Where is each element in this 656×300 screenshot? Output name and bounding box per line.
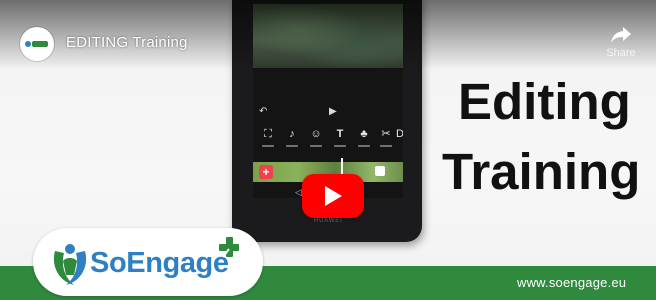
video-title[interactable]: EDITING Training — [66, 34, 188, 51]
text-icon: T — [336, 128, 344, 140]
soengage-channel-logo-icon — [25, 41, 48, 47]
tool-label — [310, 145, 322, 147]
share-icon — [611, 27, 631, 43]
filter-icon: ♣ — [360, 128, 368, 140]
soengage-plus-icon — [219, 237, 239, 258]
website-url: www.soengage.eu — [517, 275, 627, 290]
share-button[interactable]: Share — [600, 25, 642, 69]
tool-label — [380, 145, 392, 147]
preview-play-icon: ▶ — [329, 106, 337, 117]
play-button[interactable] — [302, 174, 364, 218]
back-key-icon: ◁ — [295, 187, 302, 197]
sticker-icon: ☺ — [310, 128, 322, 140]
tool-label — [262, 145, 274, 147]
tool-label — [334, 145, 346, 147]
channel-avatar[interactable] — [20, 27, 54, 61]
music-icon: ♪ — [289, 128, 295, 140]
more-icon: D — [396, 128, 403, 140]
tool-label — [286, 145, 298, 147]
share-label: Share — [606, 47, 636, 59]
video-embed-player[interactable]: EDITING Training Share ↶ ▶ ⛶ ♪ ☺ T ♣ ✂ D… — [0, 0, 656, 300]
youtube-play-icon — [325, 186, 342, 206]
canvas-icon: ⛶ — [264, 128, 272, 140]
tool-label — [358, 145, 370, 147]
headline-line-2: Training — [442, 143, 641, 200]
add-clip-icon: + — [259, 165, 273, 179]
headline-line-1: Editing — [458, 73, 631, 130]
phone-brand: HUAWEI — [314, 218, 343, 224]
timeline-marker — [375, 166, 385, 176]
undo-icon: ↶ — [259, 106, 268, 117]
soengage-person-leaf-icon — [53, 244, 87, 285]
soengage-logo-text: SoEngage — [90, 247, 229, 279]
cut-icon: ✂ — [381, 128, 391, 140]
editor-toolbar: ⛶ ♪ ☺ T ♣ ✂ D — [259, 127, 403, 157]
